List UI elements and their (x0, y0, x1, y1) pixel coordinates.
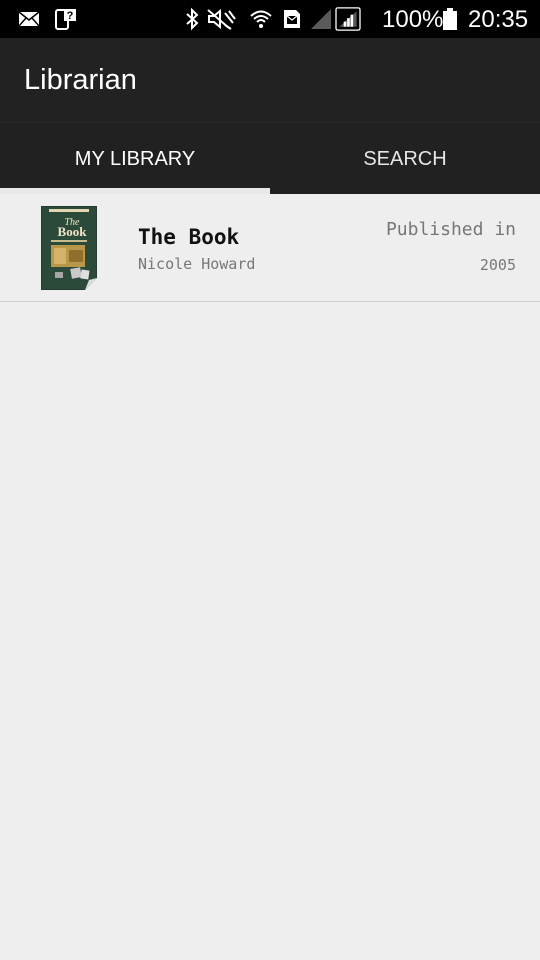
signal-empty-icon (311, 9, 331, 29)
book-cover-thumbnail: The Book (41, 206, 97, 290)
list-item[interactable]: The Book The Book Nicole Howard Publishe… (0, 194, 540, 302)
book-author: Nicole Howard (138, 255, 256, 273)
sim-icon (284, 10, 300, 28)
book-title: The Book (138, 225, 240, 249)
tab-bar: MY LIBRARY SEARCH (0, 122, 540, 194)
signal-icon (335, 7, 361, 31)
clock: 20:35 (468, 6, 529, 33)
tab-search-label: SEARCH (363, 148, 447, 170)
tab-search[interactable]: SEARCH (270, 123, 540, 195)
published-year: 2005 (479, 256, 516, 274)
mail-icon (18, 11, 40, 27)
bluetooth-icon (186, 7, 199, 31)
battery-percent: 100% (382, 6, 444, 33)
battery-icon (443, 8, 457, 30)
app-title: Librarian (24, 64, 137, 96)
svg-text:?: ? (67, 10, 74, 22)
svg-text:Book: Book (58, 224, 88, 239)
mute-icon (207, 8, 236, 30)
tab-my-library-label: MY LIBRARY (74, 148, 196, 170)
wifi-icon (250, 10, 272, 28)
published-label: Published in (385, 219, 516, 240)
tab-my-library[interactable]: MY LIBRARY (0, 123, 270, 195)
app-bar: Librarian (0, 38, 540, 122)
status-bar: ? 100% 20:35 (0, 0, 540, 38)
phone-question-icon: ? (55, 9, 76, 30)
